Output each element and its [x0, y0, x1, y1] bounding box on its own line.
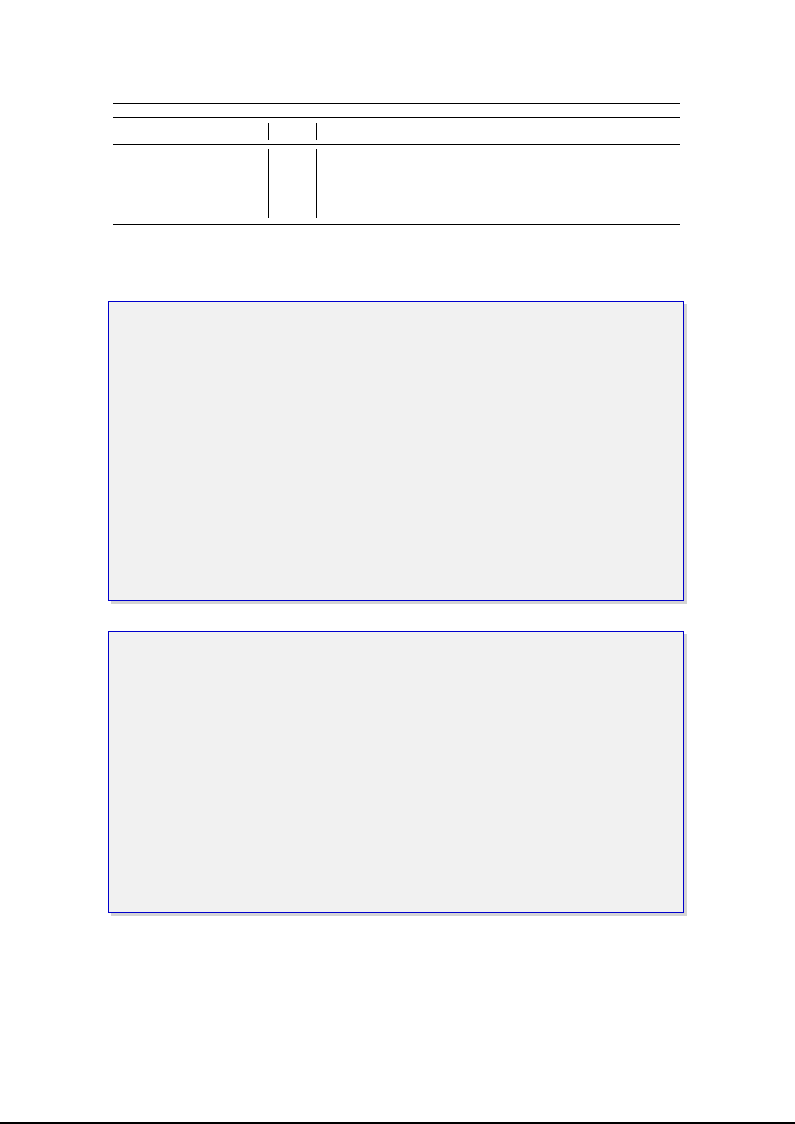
code-listing-text: [109, 302, 683, 322]
table-top-rule: [113, 103, 680, 104]
data-table: [113, 103, 680, 225]
code-listing-box: [108, 301, 684, 601]
table-column-divider: [316, 149, 317, 218]
table-header-rule: [113, 117, 680, 118]
table-column-divider: [268, 123, 269, 140]
table-column-divider: [268, 149, 269, 218]
table-body-rule: [113, 144, 680, 145]
code-listing-box: [108, 631, 684, 913]
code-listing-text: [109, 632, 683, 652]
table-bottom-rule: [113, 224, 680, 225]
table-column-divider: [316, 123, 317, 140]
